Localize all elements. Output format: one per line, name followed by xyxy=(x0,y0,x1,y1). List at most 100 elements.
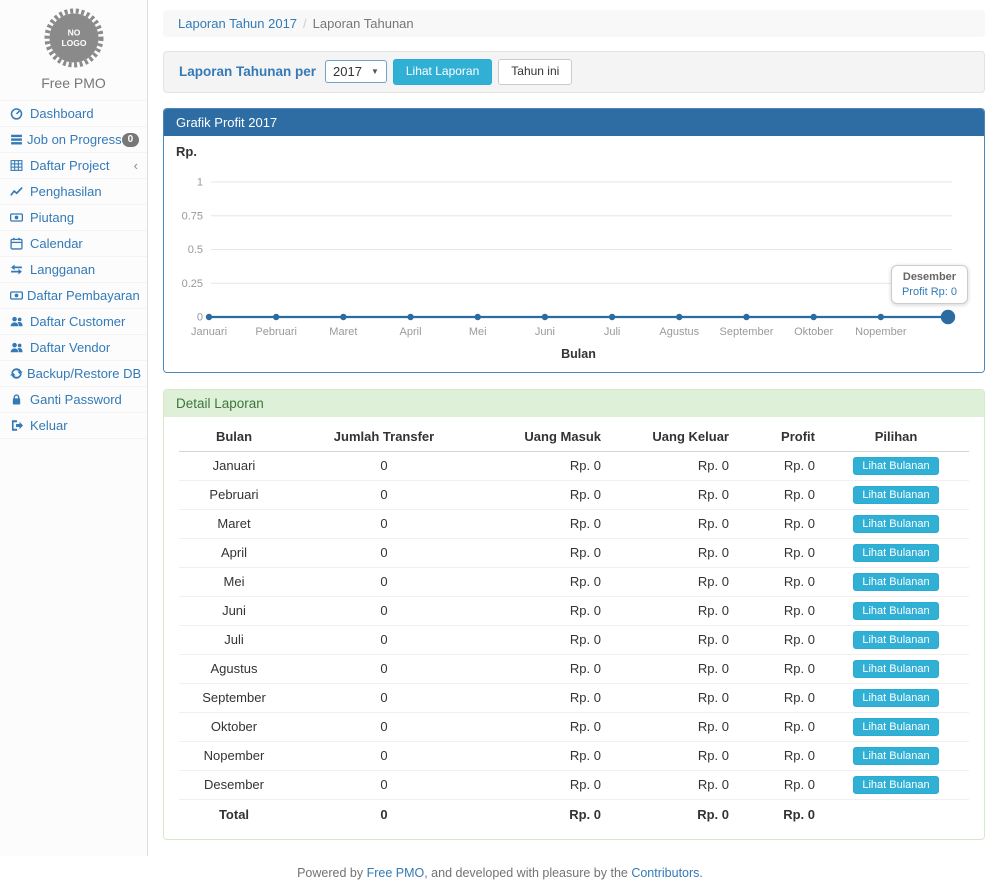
sidebar-item-label: Job on Progress xyxy=(27,132,122,147)
filter-label: Laporan Tahunan per xyxy=(179,64,316,79)
cell-pilihan: Lihat Bulanan xyxy=(823,567,969,596)
data-point[interactable] xyxy=(273,313,279,319)
lihat-bulanan-button[interactable]: Lihat Bulanan xyxy=(853,718,938,736)
cell-uang-keluar: Rp. 0 xyxy=(609,451,737,480)
x-tick-label: Mei xyxy=(469,326,487,338)
sidebar-item-label: Ganti Password xyxy=(30,392,138,407)
cell-jumlah-transfer: 0 xyxy=(289,683,479,712)
cell-profit: Rp. 0 xyxy=(737,625,823,654)
table-row-agustus: Agustus0Rp. 0Rp. 0Rp. 0Lihat Bulanan xyxy=(179,654,969,683)
sidebar-item-dashboard[interactable]: Dashboard xyxy=(0,101,147,127)
cell-month: September xyxy=(179,683,289,712)
lihat-bulanan-button[interactable]: Lihat Bulanan xyxy=(853,457,938,475)
lihat-bulanan-button[interactable]: Lihat Bulanan xyxy=(853,776,938,794)
tahun-ini-button[interactable]: Tahun ini xyxy=(498,59,572,85)
sidebar-item-penghasilan[interactable]: Penghasilan xyxy=(0,179,147,205)
table-row-oktober: Oktober0Rp. 0Rp. 0Rp. 0Lihat Bulanan xyxy=(179,712,969,741)
breadcrumb: Laporan Tahun 2017/Laporan Tahunan xyxy=(163,10,985,37)
caret-down-icon: ▼ xyxy=(371,67,379,76)
cell-uang-masuk: Rp. 0 xyxy=(479,770,609,799)
data-point[interactable] xyxy=(609,313,615,319)
y-tick-label: 1 xyxy=(197,176,203,188)
sidebar-item-calendar[interactable]: Calendar xyxy=(0,231,147,257)
lihat-bulanan-button[interactable]: Lihat Bulanan xyxy=(853,573,938,591)
cell-jumlah-transfer: 0 xyxy=(289,567,479,596)
svg-text:NO: NO xyxy=(67,28,80,38)
cell-month: Maret xyxy=(179,509,289,538)
count-badge: 0 xyxy=(122,133,140,147)
cell-month: Januari xyxy=(179,451,289,480)
cell-uang-keluar: Rp. 0 xyxy=(609,654,737,683)
data-point[interactable] xyxy=(407,313,413,319)
lihat-bulanan-button[interactable]: Lihat Bulanan xyxy=(853,544,938,562)
cell-uang-masuk: Rp. 0 xyxy=(479,712,609,741)
sidebar: NO LOGO Free PMO DashboardJob on Progres… xyxy=(0,0,148,856)
sidebar-item-daftar-project[interactable]: Daftar Project‹ xyxy=(0,153,147,179)
cell-pilihan: Lihat Bulanan xyxy=(823,683,969,712)
col-header-bulan: Bulan xyxy=(179,421,289,452)
brand-name: Free PMO xyxy=(0,75,147,91)
data-point[interactable] xyxy=(542,313,548,319)
cell-jumlah-transfer: 0 xyxy=(289,712,479,741)
cell-uang-keluar: Rp. 0 xyxy=(609,509,737,538)
data-point-highlighted[interactable] xyxy=(941,309,955,323)
data-point[interactable] xyxy=(340,313,346,319)
lihat-laporan-button[interactable]: Lihat Laporan xyxy=(393,59,492,85)
total-empty-cell xyxy=(823,799,969,827)
cell-month: Pebruari xyxy=(179,480,289,509)
x-axis-label: Bulan xyxy=(561,347,596,361)
sidebar-item-backup-restore-db[interactable]: Backup/Restore DB xyxy=(0,361,147,387)
cell-profit: Rp. 0 xyxy=(737,509,823,538)
cell-pilihan: Lihat Bulanan xyxy=(823,625,969,654)
y-axis-label: Rp. xyxy=(176,144,197,159)
lihat-bulanan-button[interactable]: Lihat Bulanan xyxy=(853,515,938,533)
total-transfer: 0 xyxy=(289,799,479,827)
cell-pilihan: Lihat Bulanan xyxy=(823,712,969,741)
cell-jumlah-transfer: 0 xyxy=(289,654,479,683)
sidebar-item-daftar-pembayaran[interactable]: Daftar Pembayaran xyxy=(0,283,147,309)
data-point[interactable] xyxy=(810,313,816,319)
sidebar-item-piutang[interactable]: Piutang xyxy=(0,205,147,231)
contributors-link[interactable]: Contributors. xyxy=(631,866,703,880)
total-keluar: Rp. 0 xyxy=(609,799,737,827)
cell-pilihan: Lihat Bulanan xyxy=(823,509,969,538)
lihat-bulanan-button[interactable]: Lihat Bulanan xyxy=(853,486,938,504)
calendar-icon xyxy=(10,237,26,250)
free-pmo-link[interactable]: Free PMO xyxy=(367,866,425,880)
table-row-juni: Juni0Rp. 0Rp. 0Rp. 0Lihat Bulanan xyxy=(179,596,969,625)
lihat-bulanan-button[interactable]: Lihat Bulanan xyxy=(853,631,938,649)
footer-text-prefix: Powered by xyxy=(297,866,366,880)
data-point[interactable] xyxy=(475,313,481,319)
x-tick-label: Juni xyxy=(535,326,555,338)
cell-uang-masuk: Rp. 0 xyxy=(479,480,609,509)
cell-uang-masuk: Rp. 0 xyxy=(479,741,609,770)
sidebar-item-keluar[interactable]: Keluar xyxy=(0,413,147,439)
sidebar-item-label: Penghasilan xyxy=(30,184,138,199)
cell-uang-keluar: Rp. 0 xyxy=(609,770,737,799)
cell-profit: Rp. 0 xyxy=(737,480,823,509)
data-point[interactable] xyxy=(878,313,884,319)
sidebar-item-langganan[interactable]: Langganan xyxy=(0,257,147,283)
data-point[interactable] xyxy=(676,313,682,319)
sidebar-item-label: Piutang xyxy=(30,210,138,225)
year-select[interactable]: 2017 ▼ xyxy=(325,60,387,83)
lihat-bulanan-button[interactable]: Lihat Bulanan xyxy=(853,689,938,707)
table-row-april: April0Rp. 0Rp. 0Rp. 0Lihat Bulanan xyxy=(179,538,969,567)
cell-jumlah-transfer: 0 xyxy=(289,480,479,509)
lihat-bulanan-button[interactable]: Lihat Bulanan xyxy=(853,747,938,765)
cell-month: Oktober xyxy=(179,712,289,741)
cell-profit: Rp. 0 xyxy=(737,596,823,625)
sidebar-item-job-on-progress[interactable]: Job on Progress0 xyxy=(0,127,147,153)
table-row-pebruari: Pebruari0Rp. 0Rp. 0Rp. 0Lihat Bulanan xyxy=(179,480,969,509)
sidebar-item-label: Calendar xyxy=(30,236,138,251)
sidebar-item-daftar-vendor[interactable]: Daftar Vendor xyxy=(0,335,147,361)
brand-block: NO LOGO Free PMO xyxy=(0,0,147,101)
data-point[interactable] xyxy=(743,313,749,319)
sidebar-item-daftar-customer[interactable]: Daftar Customer xyxy=(0,309,147,335)
lihat-bulanan-button[interactable]: Lihat Bulanan xyxy=(853,660,938,678)
cell-uang-keluar: Rp. 0 xyxy=(609,712,737,741)
breadcrumb-link-laporan-tahun[interactable]: Laporan Tahun 2017 xyxy=(178,16,297,31)
lihat-bulanan-button[interactable]: Lihat Bulanan xyxy=(853,602,938,620)
data-point[interactable] xyxy=(206,313,212,319)
sidebar-item-ganti-password[interactable]: Ganti Password xyxy=(0,387,147,413)
